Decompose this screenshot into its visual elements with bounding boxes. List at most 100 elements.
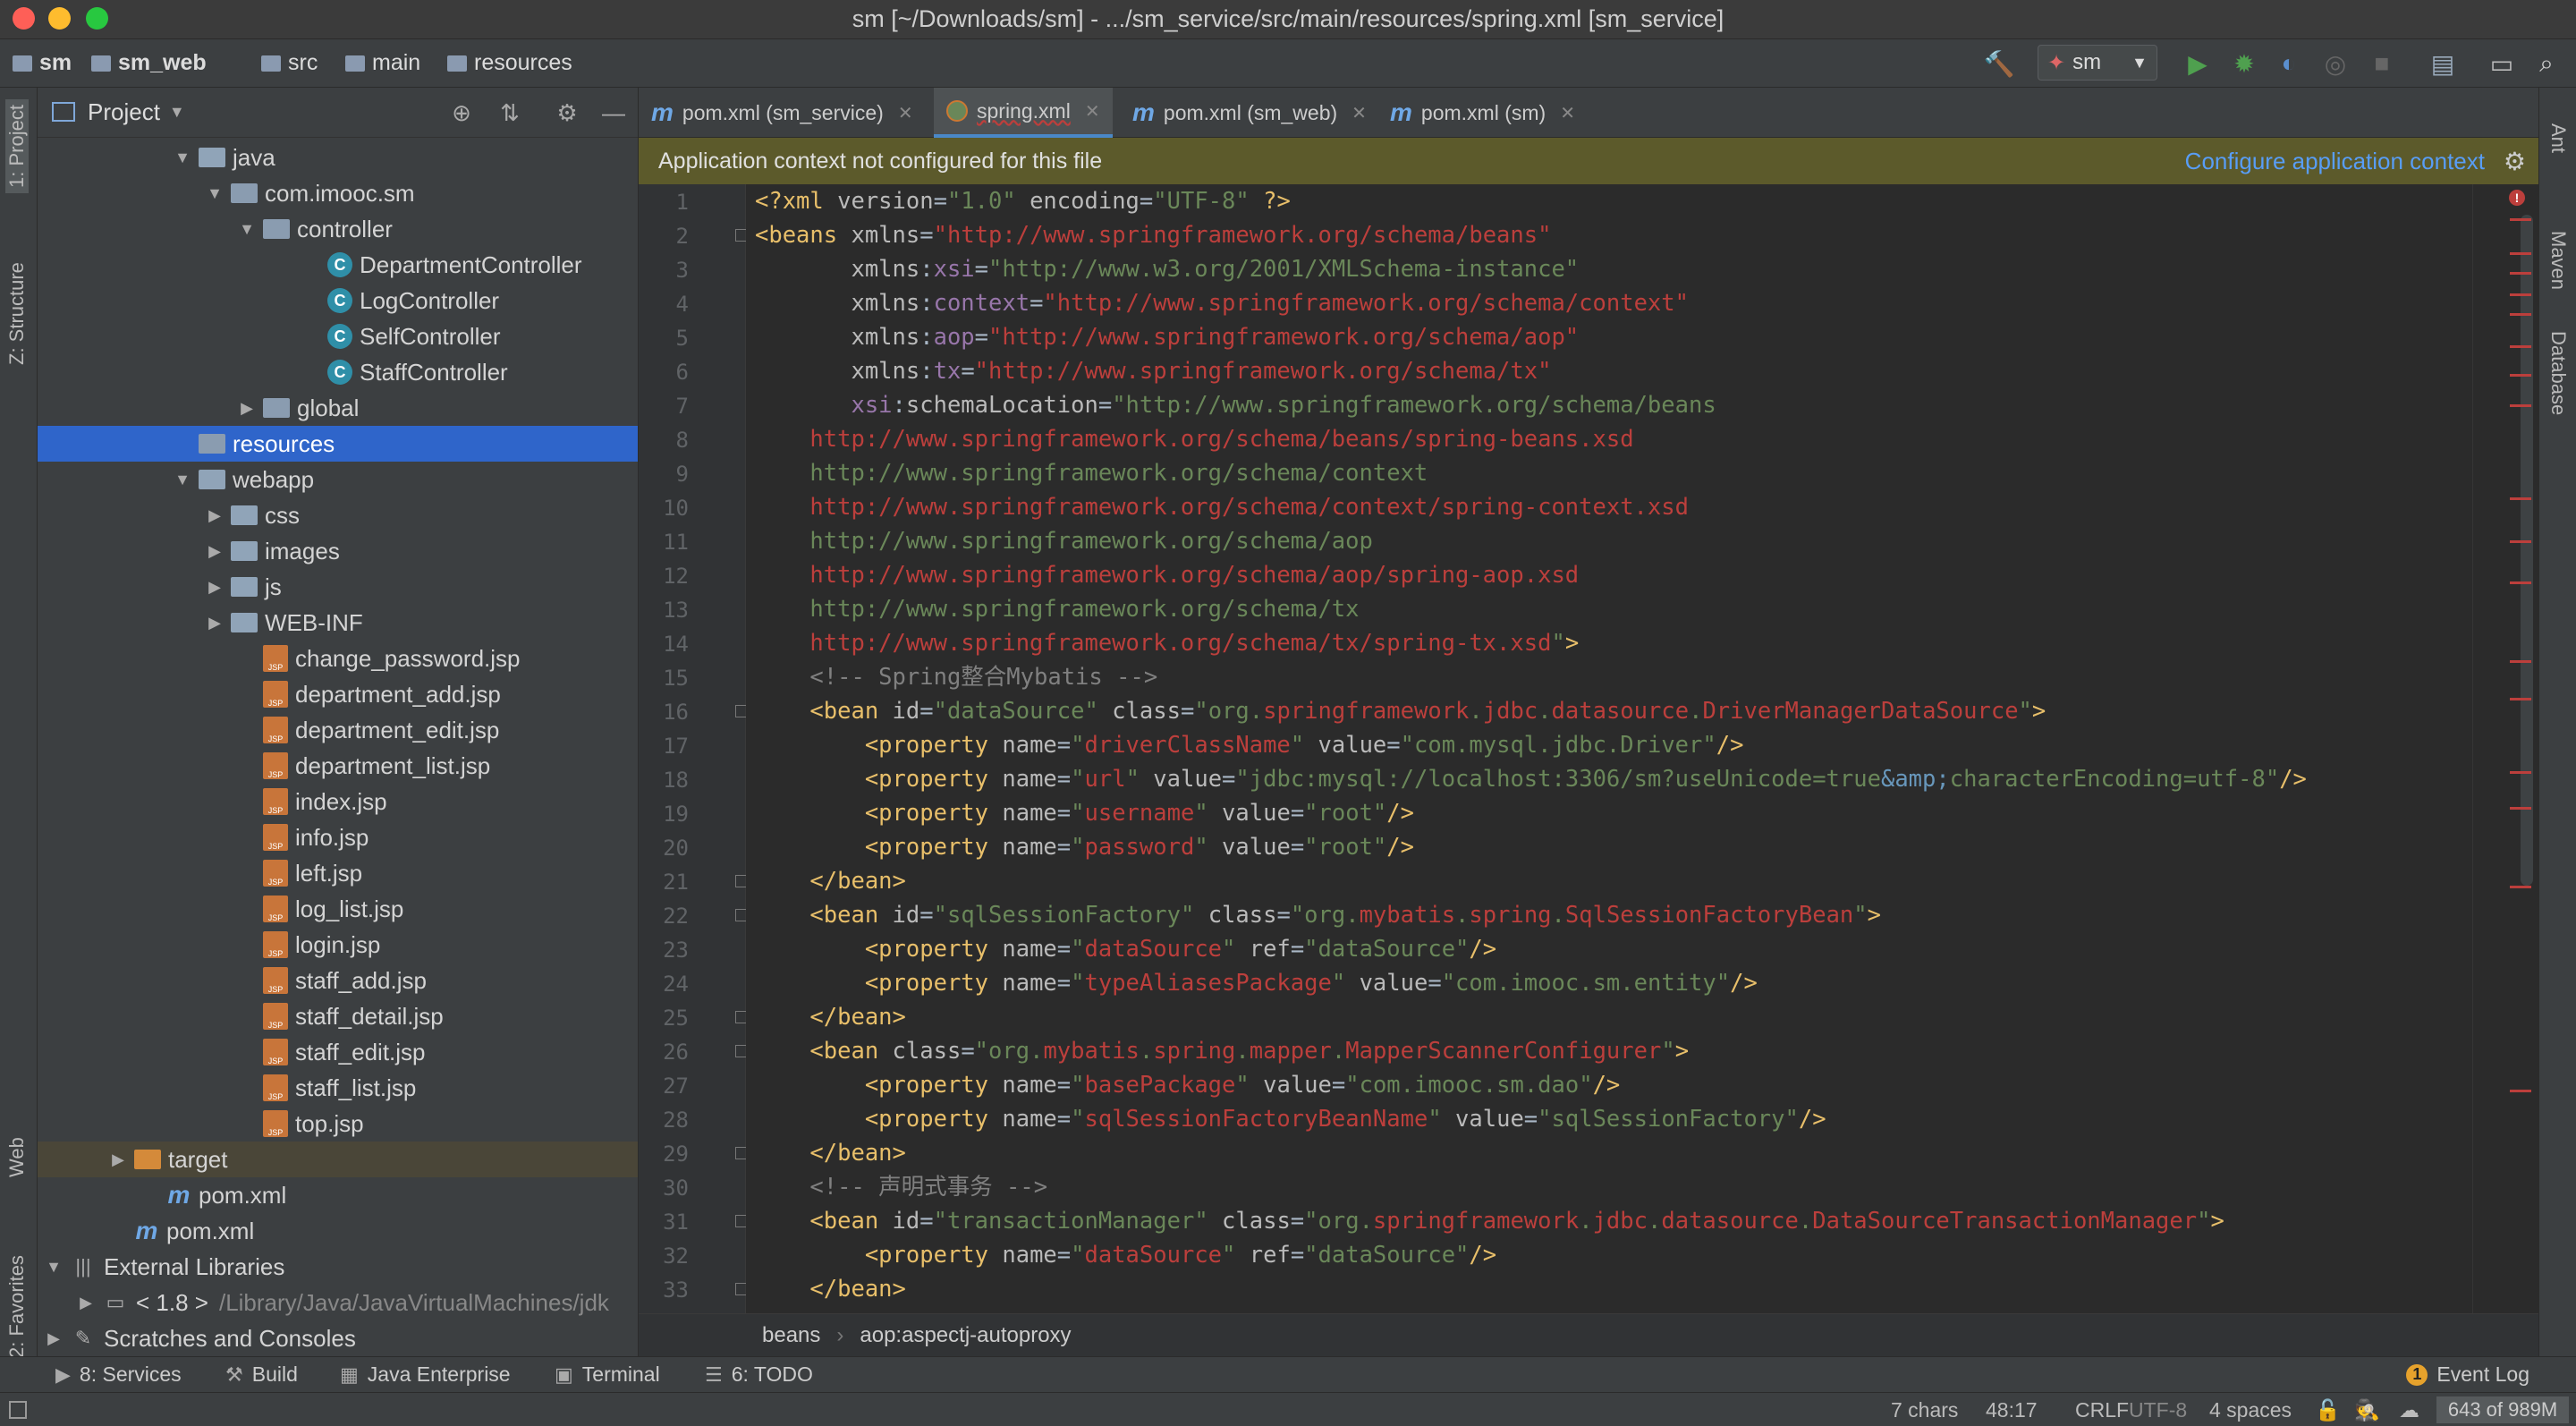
collapsed-arrow-icon[interactable]: ▶ xyxy=(206,506,224,525)
java-enterprise-tool-button[interactable]: ▦ Java Enterprise xyxy=(340,1362,511,1387)
maven-tool-tab[interactable]: Maven xyxy=(2546,231,2570,290)
profile-icon[interactable]: ◎ xyxy=(2318,47,2352,81)
debug-icon[interactable]: ✹ xyxy=(2227,47,2261,81)
tree-item[interactable]: JSP staff_list.jsp xyxy=(38,1070,638,1106)
tab-pom-sm[interactable]: m pom.xml (sm) ✕ xyxy=(1377,88,1588,138)
tree-item[interactable]: C StaffController xyxy=(38,354,638,390)
collapsed-arrow-icon[interactable]: ▶ xyxy=(77,1294,95,1312)
tree-item[interactable]: JSP staff_detail.jsp xyxy=(38,998,638,1034)
tree-item[interactable]: JSP change_password.jsp xyxy=(38,641,638,676)
expanded-arrow-icon[interactable]: ▼ xyxy=(174,149,191,167)
chevron-down-icon[interactable]: ▼ xyxy=(169,103,185,122)
tool-windows-toggle-icon[interactable] xyxy=(9,1401,27,1419)
error-indicator-icon[interactable]: ! xyxy=(2509,190,2525,206)
tree-item[interactable]: ▼ controller xyxy=(38,211,638,247)
tree-item[interactable]: JSP login.jsp xyxy=(38,927,638,963)
database-tool-tab[interactable]: Database xyxy=(2546,331,2570,415)
tab-spring-xml[interactable]: spring.xml ✕ xyxy=(934,88,1113,138)
terminal-tool-button[interactable]: ▣ Terminal xyxy=(555,1362,660,1387)
file-encoding[interactable]: UTF-8 xyxy=(2129,1398,2187,1422)
tree-item[interactable]: resources xyxy=(38,426,638,462)
error-marker[interactable] xyxy=(2510,497,2531,500)
ant-tool-tab[interactable]: Ant xyxy=(2546,123,2570,153)
editor-crumb-beans[interactable]: beans xyxy=(762,1323,820,1348)
tree-item[interactable]: JSP top.jsp xyxy=(38,1106,638,1142)
error-marker[interactable] xyxy=(2510,807,2531,810)
lock-icon[interactable]: 🔓 xyxy=(2315,1398,2341,1422)
error-marker[interactable] xyxy=(2510,540,2531,543)
error-marker[interactable] xyxy=(2510,272,2531,275)
build-tool-button[interactable]: ⚒ Build xyxy=(225,1362,298,1387)
todo-tool-button[interactable]: ☰ 6: TODO xyxy=(705,1362,813,1387)
favorites-tool-tab[interactable]: 2: Favorites xyxy=(5,1255,29,1358)
gear-icon[interactable]: ⚙ xyxy=(551,97,583,129)
services-tool-button[interactable]: ▶ 8: Services xyxy=(55,1362,182,1387)
hide-panel-icon[interactable]: — xyxy=(597,97,630,129)
error-marker[interactable] xyxy=(2510,252,2531,255)
tree-item[interactable]: JSP log_list.jsp xyxy=(38,891,638,927)
project-structure-icon[interactable]: ▤ xyxy=(2426,47,2460,81)
error-marker[interactable] xyxy=(2510,581,2531,584)
window-layout-icon[interactable]: ▭ xyxy=(2485,47,2519,81)
inspector-icon[interactable]: 🕵 xyxy=(2354,1398,2380,1422)
collapsed-arrow-icon[interactable]: ▶ xyxy=(206,578,224,597)
tree-item[interactable]: JSP index.jsp xyxy=(38,784,638,819)
tree-item[interactable]: ▶ ▭ < 1.8 > /Library/Java/JavaVirtualMachin… xyxy=(38,1285,638,1320)
tree-item[interactable]: ▼ ||| External Libraries xyxy=(38,1249,638,1285)
code-editor[interactable]: <?xml version="1.0" encoding="UTF-8" ?> … xyxy=(746,184,2472,1313)
editor-crumb-autoproxy[interactable]: aop:aspectj-autoproxy xyxy=(860,1323,1071,1348)
tree-item[interactable]: C SelfController xyxy=(38,318,638,354)
tree-item[interactable]: JSP department_add.jsp xyxy=(38,676,638,712)
tree-item[interactable]: ▶ target xyxy=(38,1142,638,1177)
web-tool-tab[interactable]: Web xyxy=(5,1137,29,1177)
collapsed-arrow-icon[interactable]: ▶ xyxy=(238,399,256,418)
tree-item[interactable]: C DepartmentController xyxy=(38,247,638,283)
collapse-all-icon[interactable]: ⇅ xyxy=(494,97,526,129)
line-separator[interactable]: CRLF xyxy=(2075,1398,2129,1422)
tree-item[interactable]: JSP staff_add.jsp xyxy=(38,963,638,998)
tree-item[interactable]: JSP department_list.jsp xyxy=(38,748,638,784)
indent-setting[interactable]: 4 spaces xyxy=(2209,1398,2292,1422)
coverage-icon[interactable]: ◐ xyxy=(2272,47,2306,81)
error-marker[interactable] xyxy=(2510,345,2531,348)
run-icon[interactable]: ▶ xyxy=(2181,47,2215,81)
tree-item[interactable]: ▼ webapp xyxy=(38,462,638,497)
collapsed-arrow-icon[interactable]: ▶ xyxy=(45,1329,63,1348)
tree-item[interactable]: ▶ WEB-INF xyxy=(38,605,638,641)
tree-item[interactable]: C LogController xyxy=(38,283,638,318)
expanded-arrow-icon[interactable]: ▼ xyxy=(238,220,256,239)
tree-item[interactable]: m pom.xml xyxy=(38,1213,638,1249)
error-marker[interactable] xyxy=(2510,404,2531,407)
memory-indicator[interactable]: 643 of 989M xyxy=(2436,1396,2569,1423)
collapsed-arrow-icon[interactable]: ▶ xyxy=(206,614,224,632)
structure-tool-tab[interactable]: Z: Structure xyxy=(5,262,29,365)
project-panel-title[interactable]: Project xyxy=(88,98,160,126)
notifications-icon[interactable]: ☁ xyxy=(2399,1398,2419,1422)
close-icon[interactable]: ✕ xyxy=(1085,100,1100,123)
event-log-button[interactable]: 1 Event Log xyxy=(2406,1362,2529,1387)
tree-item[interactable]: ▶ global xyxy=(38,390,638,426)
error-marker[interactable] xyxy=(2510,1090,2531,1092)
error-marker[interactable] xyxy=(2510,771,2531,774)
locate-file-icon[interactable]: ⊕ xyxy=(445,97,478,129)
stop-icon[interactable]: ■ xyxy=(2365,47,2399,81)
tab-pom-sm-service[interactable]: m pom.xml (sm_service) ✕ xyxy=(639,88,926,138)
build-hammer-icon[interactable]: 🔨 xyxy=(1982,47,2016,81)
tree-item[interactable]: ▼ java xyxy=(38,140,638,175)
caret-position[interactable]: 48:17 xyxy=(1986,1398,2038,1422)
tree-item[interactable]: ▶ ✎ Scratches and Consoles xyxy=(38,1320,638,1356)
breadcrumb-item[interactable]: src xyxy=(261,50,318,76)
error-marker[interactable] xyxy=(2510,698,2531,700)
breadcrumb-item[interactable]: sm_web xyxy=(91,50,207,76)
tree-item[interactable]: JSP staff_edit.jsp xyxy=(38,1034,638,1070)
close-icon[interactable]: ✕ xyxy=(1352,102,1367,124)
breadcrumb-item[interactable]: resources xyxy=(447,50,572,76)
tab-pom-sm-web[interactable]: m pom.xml (sm_web) ✕ xyxy=(1120,88,1379,138)
tree-item[interactable]: JSP left.jsp xyxy=(38,855,638,891)
tree-item[interactable]: m pom.xml xyxy=(38,1177,638,1213)
run-configuration-select[interactable]: ✦ sm ▼ xyxy=(2038,45,2157,81)
breadcrumb-item[interactable]: sm xyxy=(13,50,72,76)
expanded-arrow-icon[interactable]: ▼ xyxy=(206,184,224,203)
error-marker[interactable] xyxy=(2510,218,2531,221)
tree-item[interactable]: JSP department_edit.jsp xyxy=(38,712,638,748)
